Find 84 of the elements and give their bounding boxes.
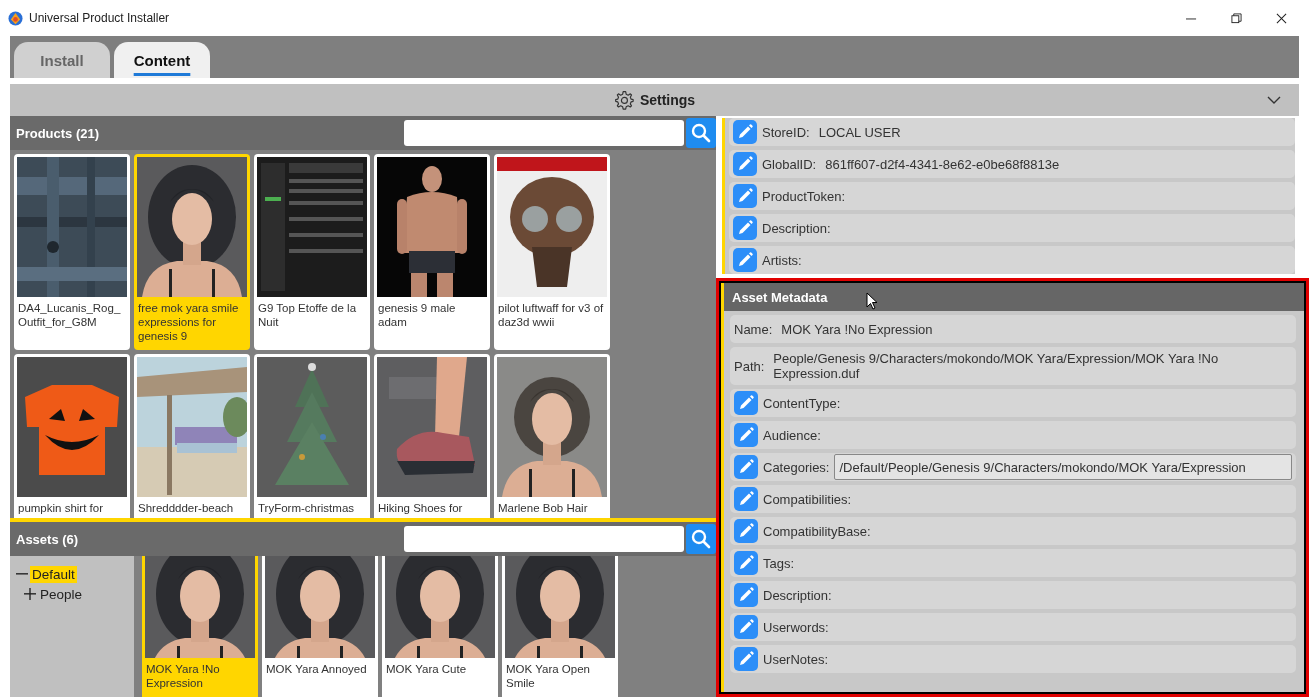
asset-name: MOK Yara Open Smile (505, 662, 591, 690)
field-label: Userwords: (763, 619, 829, 635)
product-tile[interactable]: G9 Top Etoffe de la Nuit (254, 154, 370, 350)
expand-icon[interactable] (24, 588, 36, 600)
tab[interactable]: Content (114, 42, 210, 78)
product-name: TryForm-christmas (257, 501, 356, 515)
field-label: ContentType: (763, 395, 841, 411)
edit-pencil-icon[interactable] (733, 152, 757, 176)
field-label: StoreID: (762, 124, 810, 140)
edit-pencil-icon[interactable] (734, 583, 758, 607)
product-tile[interactable]: genesis 9 male adam (374, 154, 490, 350)
search-field[interactable] (404, 526, 684, 552)
field-label: Audience: (763, 427, 821, 443)
product-name: Hiking Shoes for (377, 501, 464, 515)
field-value: 861ff607-d2f4-4341-8e62-e0be68f8813e (825, 156, 1060, 172)
section-title: Products (21) (16, 125, 100, 141)
search-field[interactable] (404, 120, 684, 146)
field-label: Compatibilities: (763, 491, 852, 507)
edit-pencil-icon[interactable] (733, 120, 757, 144)
field-label: Description: (763, 587, 832, 603)
edit-pencil-icon[interactable] (734, 455, 758, 479)
product-tile[interactable]: DA4_Lucanis_Rog_Outfit_for_G8M (14, 154, 130, 350)
search-button[interactable] (686, 524, 716, 554)
edit-pencil-icon[interactable] (733, 216, 757, 240)
tab[interactable]: Install (14, 42, 110, 78)
close-icon[interactable] (1276, 12, 1287, 24)
field-label: Path: (734, 358, 765, 374)
field-label: CompatibilityBase: (763, 523, 871, 539)
field-label: UserNotes: (763, 651, 829, 667)
settings-bar[interactable]: Settings (10, 84, 1299, 116)
edit-pencil-icon[interactable] (734, 487, 758, 511)
restore-icon[interactable] (1231, 12, 1242, 24)
edit-pencil-icon[interactable] (734, 519, 758, 543)
field-label: Tags: (763, 555, 795, 571)
asset-name: MOK Yara !No Expression (145, 662, 221, 690)
edit-pencil-icon[interactable] (734, 647, 758, 671)
section-title: Asset Metadata (732, 289, 828, 305)
asset-tile[interactable]: MOK Yara Annoyed (262, 556, 378, 697)
app-logo-icon (8, 10, 23, 26)
product-name: G9 Top Etoffe de la Nuit (257, 301, 358, 329)
edit-pencil-icon[interactable] (734, 551, 758, 575)
field-value: People/Genesis 9/Characters/mokondo/MOK Yara/Expression/MOK Yara !No Expression.duf (773, 351, 1220, 381)
field-label: ProductToken: (762, 188, 846, 204)
product-tile[interactable]: Marlene Bob Hair (494, 354, 610, 518)
asset-tile[interactable]: MOK Yara Open Smile (502, 556, 618, 697)
edit-pencil-icon[interactable] (733, 184, 757, 208)
field-label: Name: (734, 321, 773, 337)
edit-pencil-icon[interactable] (733, 248, 757, 272)
asset-name: MOK Yara Cute (385, 662, 468, 676)
edit-pencil-icon[interactable] (734, 391, 758, 415)
tree-item[interactable]: Default (30, 565, 77, 583)
product-tile[interactable]: pilot luftwaff for v3 of daz3d wwii (494, 154, 610, 350)
settings-icon (613, 90, 634, 110)
field-label: Categories: (763, 459, 830, 475)
asset-tile[interactable]: MOK Yara Cute (382, 556, 498, 697)
product-tile[interactable]: Hiking Shoes for (374, 354, 490, 518)
edit-pencil-icon[interactable] (734, 423, 758, 447)
field-value: LOCAL USER (818, 124, 901, 140)
product-name: DA4_Lucanis_Rog_Outfit_for_G8M (17, 301, 122, 329)
field-label: GlobalID: (762, 156, 817, 172)
product-name: genesis 9 male adam (377, 301, 457, 329)
field-label: Description: (762, 220, 831, 236)
chevron-icon[interactable] (1267, 96, 1281, 104)
product-name: pumpkin shirt for (17, 501, 104, 515)
tree-item[interactable]: People (38, 585, 85, 603)
search-button[interactable] (686, 118, 716, 148)
mouse-pointer-icon (866, 292, 878, 310)
product-tile[interactable]: TryForm-christmas (254, 354, 370, 518)
product-name: free mok yara smile expressions for genesis 9 (137, 301, 240, 343)
asset-name: MOK Yara Annoyed (265, 662, 368, 676)
categories-field[interactable]: /Default/People/Genesis 9/Characters/mokondo/MOK Yara/Expression (834, 454, 1292, 480)
product-tile[interactable]: free mok yara smile expressions for genesis 9 (134, 154, 250, 350)
field-label: Artists: (762, 252, 802, 268)
edit-pencil-icon[interactable] (734, 615, 758, 639)
section-title: Assets (6) (16, 531, 79, 547)
field-value: MOK Yara !No Expression (781, 321, 933, 337)
window-title: Universal Product Installer (29, 11, 170, 25)
product-name: Marlene Bob Hair (497, 501, 589, 515)
product-name: pilot luftwaff for v3 of daz3d wwii (497, 301, 605, 329)
product-tile[interactable]: pumpkin shirt for (14, 354, 130, 518)
asset-tile[interactable]: MOK Yara !No Expression (142, 556, 258, 697)
product-name: Shredddder-beach (137, 501, 235, 515)
product-tile[interactable]: Shredddder-beach (134, 354, 250, 518)
settings-label: Settings (639, 92, 696, 108)
